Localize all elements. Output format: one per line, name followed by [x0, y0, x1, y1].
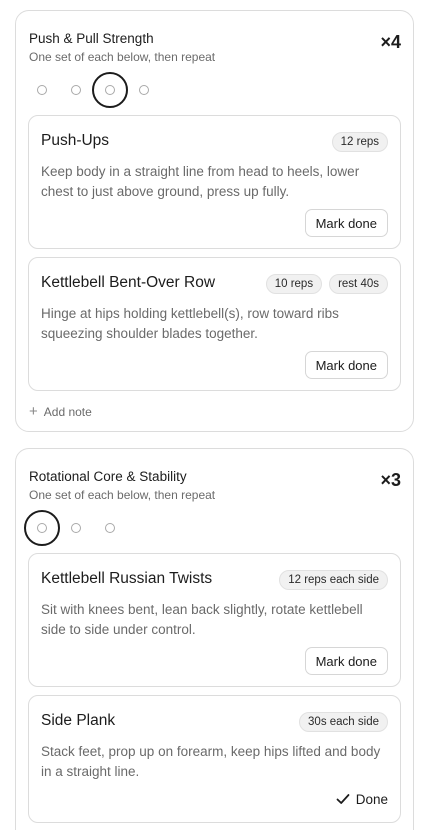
exercise-name: Push-Ups [41, 132, 110, 149]
exercise-card-push-ups: Push-Ups 12 reps Keep body in a straight… [28, 115, 401, 249]
exercise-card-bent-over-row: Kettlebell Bent-Over Row 10 reps rest 40… [28, 257, 401, 391]
round-dot-3[interactable] [105, 85, 115, 95]
circuit-block-rotational-core: Rotational Core & Stability One set of e… [15, 448, 414, 830]
exercise-name: Side Plank [41, 712, 116, 729]
block-subtitle: One set of each below, then repeat [29, 488, 216, 502]
reps-badge: 12 reps each side [279, 570, 388, 590]
exercise-description: Stack feet, prop up on forearm, keep hip… [41, 744, 381, 779]
round-dot-2[interactable] [71, 523, 81, 533]
round-dot-4[interactable] [139, 85, 149, 95]
mark-done-button[interactable]: Mark done [304, 209, 388, 237]
duration-badge: 30s each side [299, 712, 388, 732]
plus-icon: + [29, 403, 38, 420]
exercise-name: Kettlebell Bent-Over Row [41, 274, 216, 291]
block-title: Push & Pull Strength [29, 31, 154, 46]
round-indicator [29, 72, 169, 108]
exercise-description: Hinge at hips holding kettlebell(s), row… [41, 306, 339, 341]
round-dot-1[interactable] [37, 85, 47, 95]
reps-badge: 10 reps [265, 274, 323, 294]
reps-badge: 12 reps [331, 132, 388, 152]
done-label: Done [355, 791, 388, 807]
exercise-description: Keep body in a straight line from head t… [41, 164, 360, 199]
round-indicator [24, 510, 149, 546]
rounds-count: ×3 [380, 470, 401, 490]
exercise-card-russian-twists: Kettlebell Russian Twists 12 reps each s… [28, 553, 401, 687]
mark-done-button[interactable]: Mark done [304, 647, 388, 675]
mark-done-button[interactable]: Mark done [304, 351, 388, 379]
add-note-button[interactable]: + Add note [29, 403, 92, 420]
rest-badge: rest 40s [329, 274, 388, 294]
round-dot-2[interactable] [71, 85, 81, 95]
checkmark-icon [336, 794, 350, 804]
circuit-block-push-pull: Push & Pull Strength One set of each bel… [15, 10, 414, 432]
round-dot-3[interactable] [105, 523, 115, 533]
rounds-count: ×4 [380, 32, 401, 52]
done-status-button[interactable]: Done [336, 787, 388, 811]
round-dot-current-ring [24, 510, 60, 546]
exercise-card-side-plank: Side Plank 30s each side Stack feet, pro… [28, 695, 401, 823]
exercise-description: Sit with knees bent, lean back slightly,… [41, 602, 363, 637]
add-note-label: Add note [43, 405, 92, 419]
block-subtitle: One set of each below, then repeat [29, 50, 216, 64]
exercise-name: Kettlebell Russian Twists [41, 570, 213, 587]
block-title: Rotational Core & Stability [29, 469, 187, 484]
